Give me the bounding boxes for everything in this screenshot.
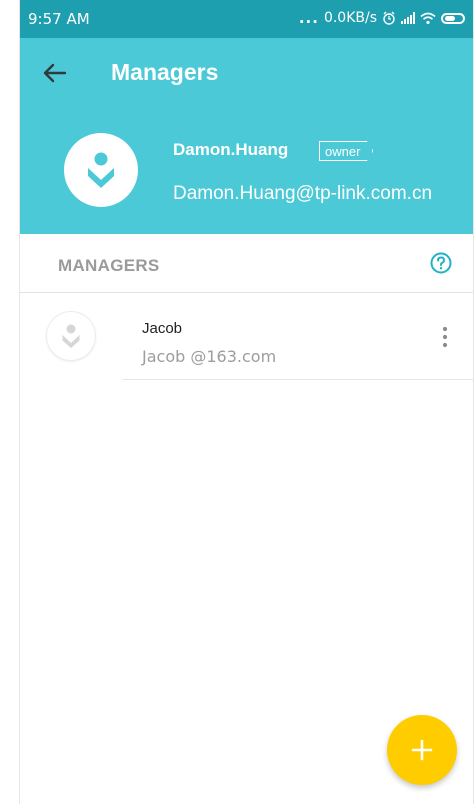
help-icon[interactable]: [429, 251, 453, 275]
page-title: Managers: [111, 59, 219, 85]
managers-section-header: MANAGERS: [20, 234, 473, 293]
app-screen: 9:57 AM ... 0.0KB/s Managers Damon.Huang…: [19, 0, 474, 804]
status-time: 9:57 AM: [28, 10, 90, 28]
status-dots: ...: [298, 9, 319, 27]
add-manager-button[interactable]: [387, 715, 457, 785]
status-bar: 9:57 AM ... 0.0KB/s: [20, 0, 473, 38]
back-arrow-icon[interactable]: [40, 58, 70, 88]
wifi-icon: [420, 12, 436, 24]
alarm-icon: [383, 11, 395, 25]
signal-icon: [401, 12, 415, 24]
manager-name: Jacob: [142, 320, 183, 337]
app-header: Managers Damon.Huang owner Damon.Huang@t…: [20, 38, 473, 234]
manager-email: Jacob @163.com: [142, 347, 277, 366]
section-title: MANAGERS: [58, 256, 160, 275]
network-speed: 0.0KB/s: [323, 10, 377, 26]
user-avatar-icon: [88, 152, 114, 188]
status-icons: ... 0.0KB/s: [299, 9, 465, 27]
manager-avatar: [47, 312, 95, 360]
owner-name: Damon.Huang: [173, 140, 289, 159]
owner-email: Damon.Huang@tp-link.com.cn: [173, 183, 433, 204]
plus-icon: [411, 739, 433, 761]
more-vertical-icon[interactable]: [439, 325, 451, 349]
list-divider: [122, 379, 473, 380]
battery-icon: [441, 12, 465, 24]
owner-avatar: [64, 133, 138, 207]
manager-list-item[interactable]: Jacob Jacob @163.com: [20, 292, 473, 380]
user-avatar-icon: [62, 324, 80, 348]
owner-badge: owner: [319, 141, 374, 161]
